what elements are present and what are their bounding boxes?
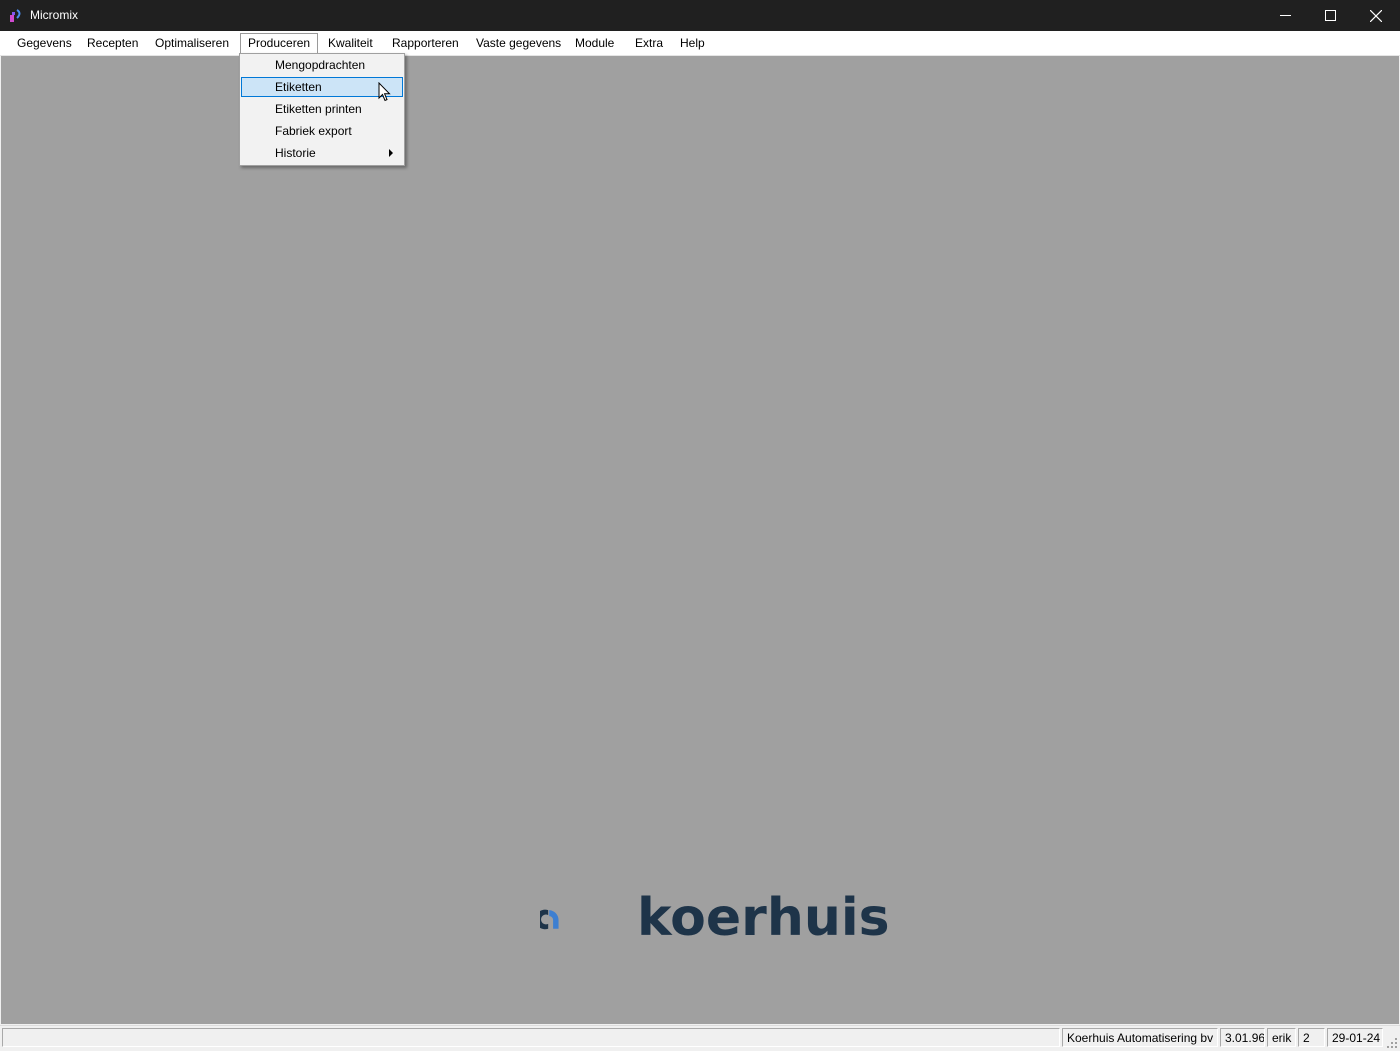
mouse-cursor-icon (378, 82, 391, 102)
submenu-arrow-icon (389, 149, 393, 157)
menuitem-label: Fabriek export (275, 124, 352, 138)
menuitem-fabriek-export[interactable]: Fabriek export (241, 121, 403, 141)
status-panel-date: 29-01-24 (1327, 1028, 1383, 1047)
status-panel-number: 2 (1298, 1028, 1325, 1047)
produceren-dropdown: Mengopdrachten Etiketten Etiketten print… (239, 53, 405, 166)
maximize-icon (1324, 10, 1336, 21)
menu-extra[interactable]: Extra (628, 34, 670, 53)
status-bar: Koerhuis Automatisering bv 3.01.96 erik … (0, 1025, 1400, 1051)
menu-module[interactable]: Module (568, 34, 621, 53)
resize-grip-icon[interactable] (1386, 1037, 1398, 1049)
menu-produceren[interactable]: Produceren (240, 33, 319, 54)
menu-recepten[interactable]: Recepten (80, 34, 145, 53)
menuitem-label: Etiketten printen (275, 102, 362, 116)
koerhuis-logo-mark (540, 909, 559, 930)
close-icon (1370, 9, 1382, 22)
logo-text: koerhuis (637, 888, 890, 948)
minimize-button[interactable] (1262, 0, 1308, 31)
menu-vaste-gegevens[interactable]: Vaste gegevens (469, 34, 568, 53)
maximize-button[interactable] (1307, 0, 1353, 31)
close-button[interactable] (1353, 0, 1399, 31)
menuitem-label: Historie (275, 146, 316, 160)
menuitem-etiketten-printen[interactable]: Etiketten printen (241, 99, 403, 119)
menu-help[interactable]: Help (673, 34, 712, 53)
minimize-icon (1279, 15, 1291, 16)
menuitem-historie[interactable]: Historie (241, 143, 403, 163)
menu-bar: Gegevens Recepten Optimaliseren Producer… (0, 31, 1400, 56)
menuitem-label: Mengopdrachten (275, 58, 366, 72)
window-title: Micromix (30, 8, 78, 22)
menu-rapporteren[interactable]: Rapporteren (385, 34, 466, 53)
menu-optimaliseren[interactable]: Optimaliseren (148, 34, 236, 53)
app-icon (10, 9, 21, 22)
title-bar: Micromix (0, 0, 1400, 31)
menuitem-mengopdrachten[interactable]: Mengopdrachten (241, 55, 403, 75)
menu-kwaliteit[interactable]: Kwaliteit (321, 34, 380, 53)
menuitem-label: Etiketten (275, 80, 322, 94)
menu-gegevens[interactable]: Gegevens (10, 34, 79, 53)
status-panel-company: Koerhuis Automatisering bv (1062, 1028, 1218, 1047)
status-panel-user: erik (1267, 1028, 1296, 1047)
status-panel-message (2, 1028, 1060, 1047)
mdi-client-area (1, 56, 1399, 1024)
status-panel-version: 3.01.96 (1220, 1028, 1265, 1047)
